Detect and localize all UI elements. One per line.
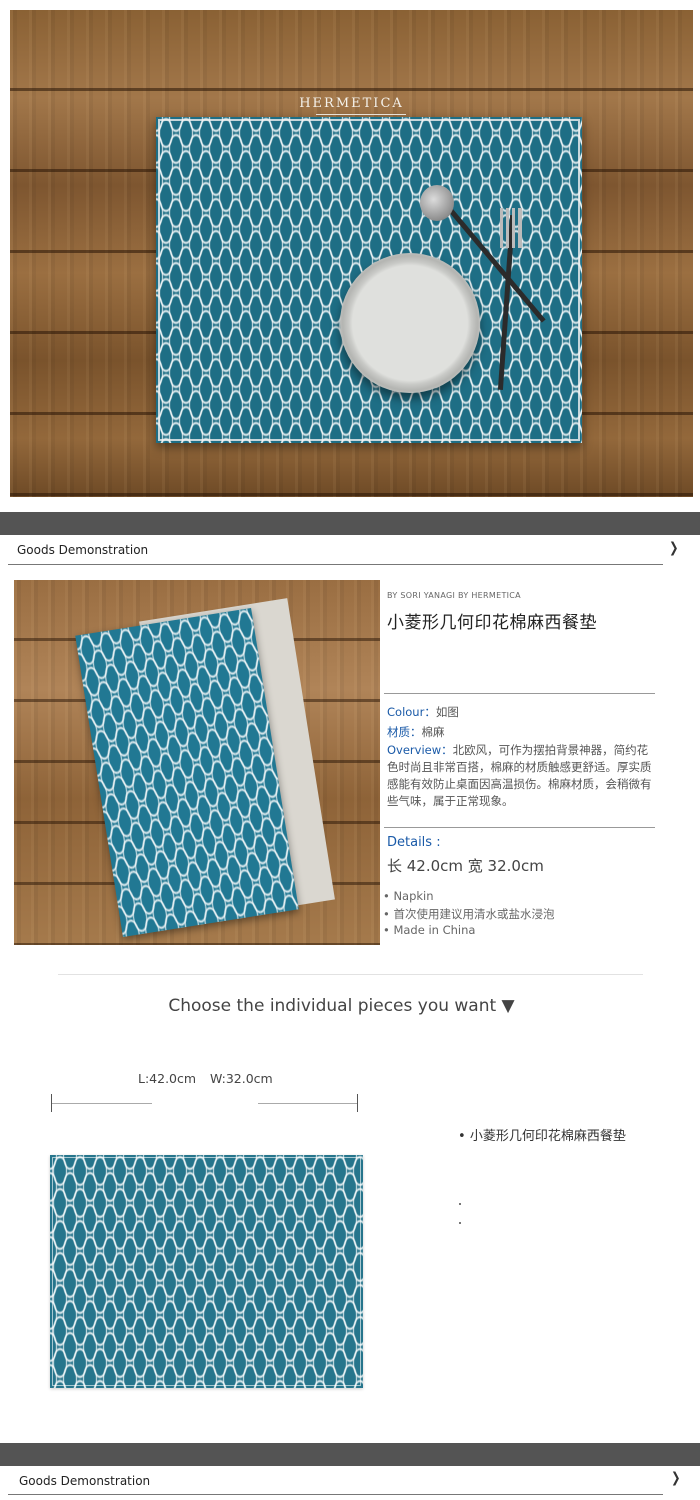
choose-heading: Choose the individual pieces you want ▼ <box>168 996 515 1016</box>
product-divider-1 <box>384 693 655 694</box>
chevron-right-icon[interactable]: ❯ <box>669 540 678 556</box>
bullet-text: Napkin <box>393 889 434 903</box>
hero-photo: HERMETICA <box>10 10 693 497</box>
section-divider <box>8 564 663 565</box>
width-label: W:32.0cm <box>210 1071 273 1086</box>
dot-marker <box>459 1222 461 1224</box>
section-divider <box>8 1494 663 1495</box>
section-title-goods-demonstration: Goods Demonstration <box>17 543 149 557</box>
colour-value: 如图 <box>435 705 459 719</box>
piece-item-label: 小菱形几何印花棉麻西餐垫 <box>469 1129 626 1144</box>
product-byline: BY SORI YANAGI BY HERMETICA <box>387 591 521 600</box>
bullet-text: Made in China <box>393 923 476 937</box>
chevron-right-icon[interactable]: ❯ <box>671 1470 680 1486</box>
product-photo <box>14 580 380 945</box>
bullet-item: • Napkin <box>383 889 434 903</box>
colour-key: Colour： <box>387 705 436 719</box>
material-row: 材质：棉麻 <box>387 724 445 740</box>
ruler-tick-right <box>357 1094 358 1112</box>
length-label: L:42.0cm <box>138 1071 197 1086</box>
details-key: Details : <box>387 835 441 850</box>
piece-item[interactable]: • 小菱形几何印花棉麻西餐垫 <box>458 1125 626 1144</box>
product-title: 小菱形几何印花棉麻西餐垫 <box>387 613 597 633</box>
product-dimensions: 长 42.0cm 宽 32.0cm <box>387 857 544 875</box>
product-divider-2 <box>384 827 655 828</box>
flat-placemat-image <box>50 1155 363 1388</box>
choose-divider <box>58 974 643 975</box>
overview-key: Overview： <box>387 743 453 757</box>
section-top-bar <box>0 1443 700 1466</box>
ruler-line-left <box>52 1103 152 1104</box>
spoon-image <box>420 185 454 221</box>
fork-image <box>500 208 522 248</box>
hero-brand-text: HERMETICA <box>299 96 404 111</box>
plate-image <box>340 253 480 393</box>
section-title-goods-demonstration: Goods Demonstration <box>19 1474 151 1488</box>
bullet-item: • 首次使用建议用清水或盐水浸泡 <box>383 907 555 921</box>
bullet-text: 首次使用建议用清水或盐水浸泡 <box>393 907 555 921</box>
material-value: 棉麻 <box>421 725 445 739</box>
colour-row: Colour：如图 <box>387 704 459 720</box>
hero-brand-rule <box>316 114 406 115</box>
material-key: 材质： <box>387 725 422 739</box>
overview-row: Overview：北欧风，可作为摆拍背景神器，简约花色时尚且非常百搭，棉麻的材质… <box>387 742 657 810</box>
bullet-item: • Made in China <box>383 923 476 937</box>
ruler-line-right <box>258 1103 357 1104</box>
section-top-bar <box>0 512 700 535</box>
dot-marker <box>459 1203 461 1205</box>
